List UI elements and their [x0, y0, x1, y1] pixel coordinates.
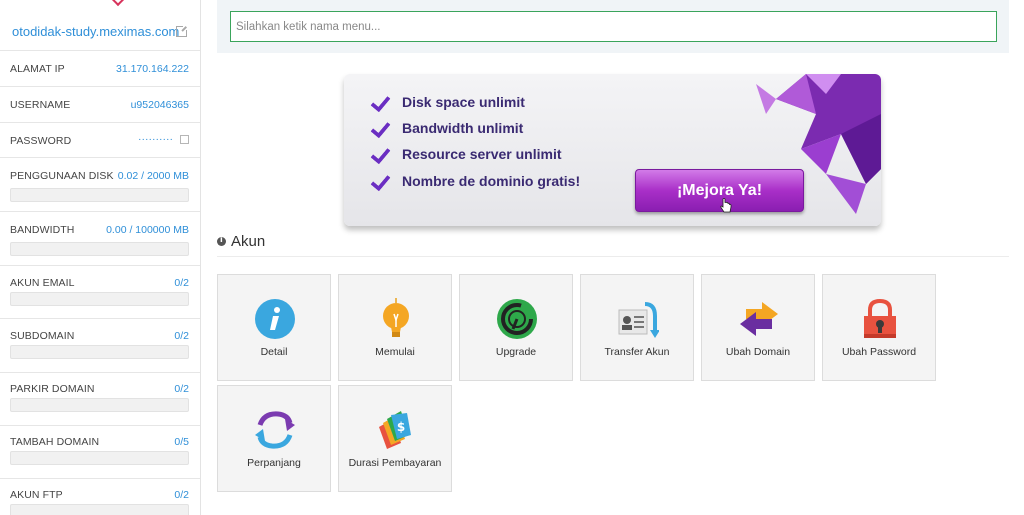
site-link-label[interactable]: otodidak-study.meximas.com	[12, 24, 179, 39]
svg-text:$: $	[397, 420, 405, 434]
row-label: BANDWIDTH	[10, 224, 75, 236]
row-label: TAMBAH DOMAIN	[10, 436, 100, 448]
addon-domain-bar	[10, 451, 189, 465]
row-value: 0/2	[174, 330, 189, 342]
gauge-icon	[497, 299, 537, 339]
section-title: Akun	[231, 233, 266, 250]
divider	[217, 256, 1009, 257]
info-icon	[255, 299, 295, 339]
sidebar: otodidak-study.meximas.com ALAMAT IP 31.…	[0, 0, 201, 515]
ftp-usage-bar	[10, 504, 189, 515]
banner-feature: Nombre de dominio gratis!	[370, 171, 580, 191]
padlock-icon	[864, 298, 896, 338]
row-value: 0/5	[174, 436, 189, 448]
search-bar	[217, 0, 1009, 53]
lightbulb-icon	[383, 298, 409, 337]
subdomain-usage-bar	[10, 345, 189, 359]
id-card-transfer-icon	[618, 302, 659, 338]
row-label: USERNAME	[10, 99, 71, 111]
check-icon	[370, 171, 390, 191]
row-value: u952046365	[130, 99, 189, 111]
sidebar-row-addon: TAMBAH DOMAIN 0/5	[0, 426, 200, 479]
main-content: Disk space unlimit Bandwidth unlimit Res…	[201, 0, 1024, 515]
sidebar-row-password: PASSWORD ··········	[0, 123, 200, 158]
info-icon	[217, 235, 226, 246]
upgrade-banner[interactable]: Disk space unlimit Bandwidth unlimit Res…	[344, 74, 881, 226]
sidebar-row-ip: ALAMAT IP 31.170.164.222	[0, 51, 200, 87]
row-value: 0.02 / 2000 MB	[117, 170, 189, 182]
password-mask: ··········	[138, 133, 173, 145]
tile-upgrade[interactable]: Upgrade	[459, 274, 573, 381]
check-icon	[370, 118, 390, 138]
banner-feature: Bandwidth unlimit	[370, 118, 523, 138]
row-label: PARKIR DOMAIN	[10, 383, 95, 395]
row-label: PENGGUNAAN DISK	[10, 170, 114, 182]
tile-label: Ubah Domain	[725, 346, 791, 358]
tile-change-password[interactable]: Ubah Password	[822, 274, 936, 381]
tile-label: Transfer Akun	[604, 346, 670, 358]
sidebar-row-username: USERNAME u952046365	[0, 87, 200, 123]
sidebar-row-subdomain: SUBDOMAIN 0/2	[0, 319, 200, 373]
page: otodidak-study.meximas.com ALAMAT IP 31.…	[0, 0, 1024, 515]
active-indicator	[110, 0, 126, 7]
section-header: Akun	[217, 233, 265, 250]
tile-label: Upgrade	[495, 346, 537, 358]
hand-cursor-icon	[720, 198, 732, 213]
tile-label: Durasi Pembayaran	[348, 457, 442, 469]
row-label: ALAMAT IP	[10, 63, 65, 75]
price-tags-icon: $	[379, 411, 411, 449]
banner-feature: Resource server unlimit	[370, 144, 562, 164]
sidebar-row-disk: PENGGUNAAN DISK 0.02 / 2000 MB	[0, 158, 200, 212]
site-link[interactable]: otodidak-study.meximas.com	[0, 13, 200, 51]
tile-transfer-account[interactable]: Transfer Akun	[580, 274, 694, 381]
external-link-icon[interactable]	[176, 24, 189, 37]
row-value: 0/2	[174, 277, 189, 289]
sidebar-row-bandwidth: BANDWIDTH 0.00 / 100000 MB	[0, 212, 200, 266]
check-icon	[370, 92, 390, 112]
row-label: AKUN FTP	[10, 489, 63, 501]
tile-change-domain[interactable]: Ubah Domain	[701, 274, 815, 381]
row-label: PASSWORD	[10, 135, 72, 147]
tile-payment-duration[interactable]: $ Durasi Pembayaran	[338, 385, 452, 492]
row-label: SUBDOMAIN	[10, 330, 75, 342]
tile-label: Perpanjang	[247, 457, 301, 469]
tile-renew[interactable]: Perpanjang	[217, 385, 331, 492]
sidebar-row-parked: PARKIR DOMAIN 0/2	[0, 373, 200, 426]
row-label: AKUN EMAIL	[10, 277, 75, 289]
email-usage-bar	[10, 292, 189, 306]
tile-detail[interactable]: Detail	[217, 274, 331, 381]
sidebar-row-email: AKUN EMAIL 0/2	[0, 266, 200, 319]
sidebar-row-ftp: AKUN FTP 0/2	[0, 479, 200, 515]
check-icon	[370, 144, 390, 164]
row-value: 0/2	[174, 383, 189, 395]
row-value: 0.00 / 100000 MB	[106, 224, 189, 236]
tile-label: Ubah Password	[841, 346, 917, 358]
renew-icon	[255, 411, 295, 449]
swap-arrows-icon	[740, 302, 778, 336]
row-value: 31.170.164.222	[116, 63, 189, 75]
parked-domain-bar	[10, 398, 189, 412]
menu-search-input[interactable]	[230, 11, 997, 42]
banner-feature: Disk space unlimit	[370, 92, 525, 112]
bandwidth-bar	[10, 242, 189, 256]
show-password-icon[interactable]	[180, 135, 189, 144]
tile-label: Memulai	[375, 346, 415, 358]
row-value: 0/2	[174, 489, 189, 501]
tile-getting-started[interactable]: Memulai	[338, 274, 452, 381]
disk-usage-bar	[10, 188, 189, 202]
tile-label: Detail	[260, 346, 288, 358]
